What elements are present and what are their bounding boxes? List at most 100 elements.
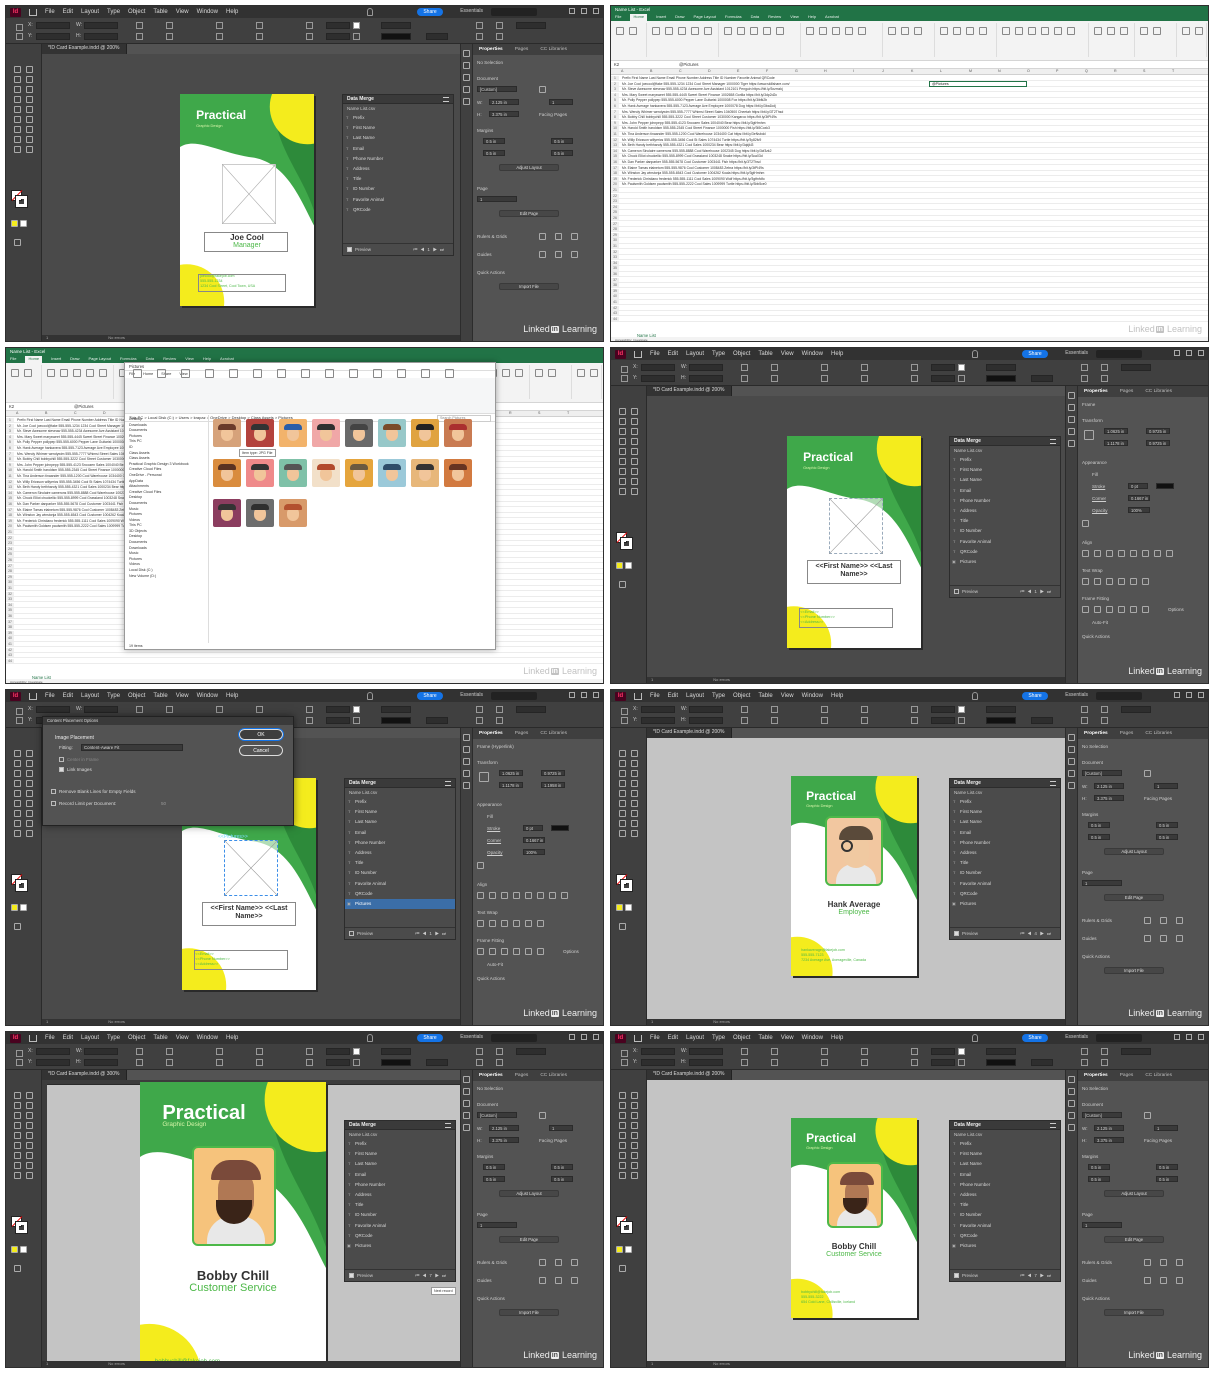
- row-number[interactable]: 27: [611, 221, 619, 226]
- page-select[interactable]: 1: [1082, 1222, 1122, 1228]
- pages-count-field[interactable]: 1: [1154, 1125, 1178, 1131]
- ribbon-button-icon[interactable]: [901, 27, 909, 35]
- menu-view[interactable]: View: [781, 693, 794, 699]
- ribbon-button-icon[interactable]: [1015, 27, 1023, 35]
- page-tool-icon[interactable]: [619, 760, 626, 767]
- frame-fit-icon[interactable]: [1081, 706, 1088, 713]
- coord-field[interactable]: [689, 1059, 723, 1066]
- ribbon-tab-view[interactable]: View: [790, 14, 799, 21]
- rectangle-frame-tool-icon[interactable]: [26, 790, 33, 797]
- note-tool-icon[interactable]: [619, 820, 626, 827]
- rectangle-tool-icon[interactable]: [14, 116, 21, 123]
- data-field-prefix[interactable]: Prefix: [345, 1139, 455, 1149]
- minimize-icon[interactable]: [1174, 692, 1180, 698]
- ribbon-button-icon[interactable]: [1094, 27, 1102, 35]
- selection-icon[interactable]: [16, 1050, 23, 1057]
- document-tab[interactable]: *ID Card Example.indd @ 300%: [42, 1070, 127, 1080]
- frame-fit-icon[interactable]: [1081, 717, 1088, 724]
- control-icon[interactable]: [821, 375, 828, 382]
- explorer-ribbon-icon[interactable]: [205, 369, 214, 378]
- direct-selection-tool-icon[interactable]: [631, 1092, 638, 1099]
- coord-field[interactable]: [84, 22, 118, 29]
- text-wrap-icon[interactable]: [525, 920, 532, 927]
- row-number[interactable]: 10: [6, 468, 14, 473]
- frame-fitting-icon[interactable]: [489, 948, 496, 955]
- apply-none-icon[interactable]: [625, 1246, 632, 1253]
- row-number[interactable]: 10: [611, 126, 619, 131]
- control-icon[interactable]: [821, 706, 828, 713]
- maximize-icon[interactable]: [1186, 692, 1192, 698]
- rotate-field[interactable]: [931, 375, 955, 382]
- rotate-field[interactable]: [326, 717, 350, 724]
- picture-thumbnail[interactable]: 13: [345, 459, 373, 487]
- menu-table[interactable]: Table: [758, 693, 772, 699]
- frame-fitting-icon[interactable]: [477, 948, 484, 955]
- close-icon[interactable]: [593, 8, 599, 14]
- facing-pages-checkbox[interactable]: Facing Pages: [539, 1138, 567, 1143]
- record-navigation[interactable]: ⏮◀4▶⏭: [1020, 931, 1054, 936]
- data-field-phone-number[interactable]: Phone Number: [343, 154, 453, 164]
- last-record-icon[interactable]: ⏭: [1047, 1273, 1054, 1278]
- menu-object[interactable]: Object: [733, 693, 750, 699]
- ribbon-button-icon[interactable]: [515, 369, 523, 377]
- frame-fit-icon[interactable]: [1101, 717, 1108, 724]
- frame-fitting-icon[interactable]: [1118, 606, 1125, 613]
- content-collector-icon[interactable]: [14, 1112, 21, 1119]
- coord-field[interactable]: [641, 706, 675, 713]
- explorer-ribbon-icon[interactable]: [253, 369, 262, 378]
- explorer-ribbon-icon[interactable]: [277, 369, 286, 378]
- pen-tool-icon[interactable]: [26, 1122, 33, 1129]
- row-number[interactable]: 27: [6, 563, 14, 568]
- dock-icon[interactable]: [1068, 440, 1075, 447]
- menu-table[interactable]: Table: [758, 1035, 772, 1041]
- margin-left-field[interactable]: 0.5 in: [1156, 822, 1178, 828]
- preview-check-icon[interactable]: [954, 1273, 959, 1279]
- record-limit-field[interactable]: 50: [161, 801, 166, 806]
- control-icon[interactable]: [136, 706, 143, 713]
- lightbulb-icon[interactable]: [367, 8, 373, 16]
- margin-bottom-field[interactable]: 0.5 in: [1088, 834, 1110, 840]
- stroke-swatch-icon[interactable]: [620, 537, 633, 550]
- selection-tool-icon[interactable]: [619, 1092, 626, 1099]
- data-field-pictures[interactable]: Pictures: [345, 898, 455, 909]
- gap-tool-icon[interactable]: [26, 760, 33, 767]
- menu-window[interactable]: Window: [197, 9, 218, 15]
- text-wrap-icon[interactable]: [1106, 578, 1113, 585]
- grid-icon[interactable]: [539, 1259, 546, 1266]
- ribbon-button-icon[interactable]: [704, 27, 712, 35]
- guide-icon[interactable]: [1160, 1277, 1167, 1284]
- rectangle-tool-icon[interactable]: [619, 800, 626, 807]
- ribbon-tab-data[interactable]: Data: [751, 14, 759, 21]
- minimize-icon[interactable]: [1174, 1034, 1180, 1040]
- frame-fit-icon[interactable]: [476, 706, 483, 713]
- guide-icon[interactable]: [1144, 1277, 1151, 1284]
- preview-check-icon[interactable]: [954, 931, 959, 937]
- row-number[interactable]: 23: [611, 199, 619, 204]
- opacity-field[interactable]: [426, 33, 448, 40]
- frame-fit-icon[interactable]: [1101, 706, 1108, 713]
- grid-icon[interactable]: [571, 1259, 578, 1266]
- dock-icon[interactable]: [1068, 1112, 1075, 1119]
- nav-item[interactable]: New Volume (D:): [129, 574, 204, 580]
- screen-mode-icon[interactable]: [619, 923, 626, 930]
- ribbon-button-icon[interactable]: [1028, 27, 1036, 35]
- control-icon[interactable]: [306, 717, 313, 724]
- row-number[interactable]: 16: [611, 160, 619, 165]
- guide-icon[interactable]: [555, 251, 562, 258]
- row-number[interactable]: 42: [611, 305, 619, 310]
- dock-icon[interactable]: [1068, 758, 1075, 765]
- data-field-first-name[interactable]: First Name: [345, 1149, 455, 1159]
- margin-top-field[interactable]: 0.5 in: [1088, 1164, 1110, 1170]
- preview-checkbox[interactable]: Preview: [954, 589, 978, 595]
- ribbon-button-icon[interactable]: [1153, 27, 1161, 35]
- grid-icon[interactable]: [555, 233, 562, 240]
- row-number[interactable]: 33: [611, 255, 619, 260]
- share-button[interactable]: Share: [1022, 350, 1048, 358]
- menu-file[interactable]: File: [45, 9, 55, 15]
- scale-field[interactable]: [326, 706, 350, 713]
- control-icon[interactable]: [741, 1059, 748, 1066]
- column-header[interactable]: A: [16, 411, 18, 415]
- picture-thumbnail[interactable]: 5: [345, 419, 373, 447]
- stroke-style-field[interactable]: [986, 375, 1016, 382]
- row-number[interactable]: 38: [611, 283, 619, 288]
